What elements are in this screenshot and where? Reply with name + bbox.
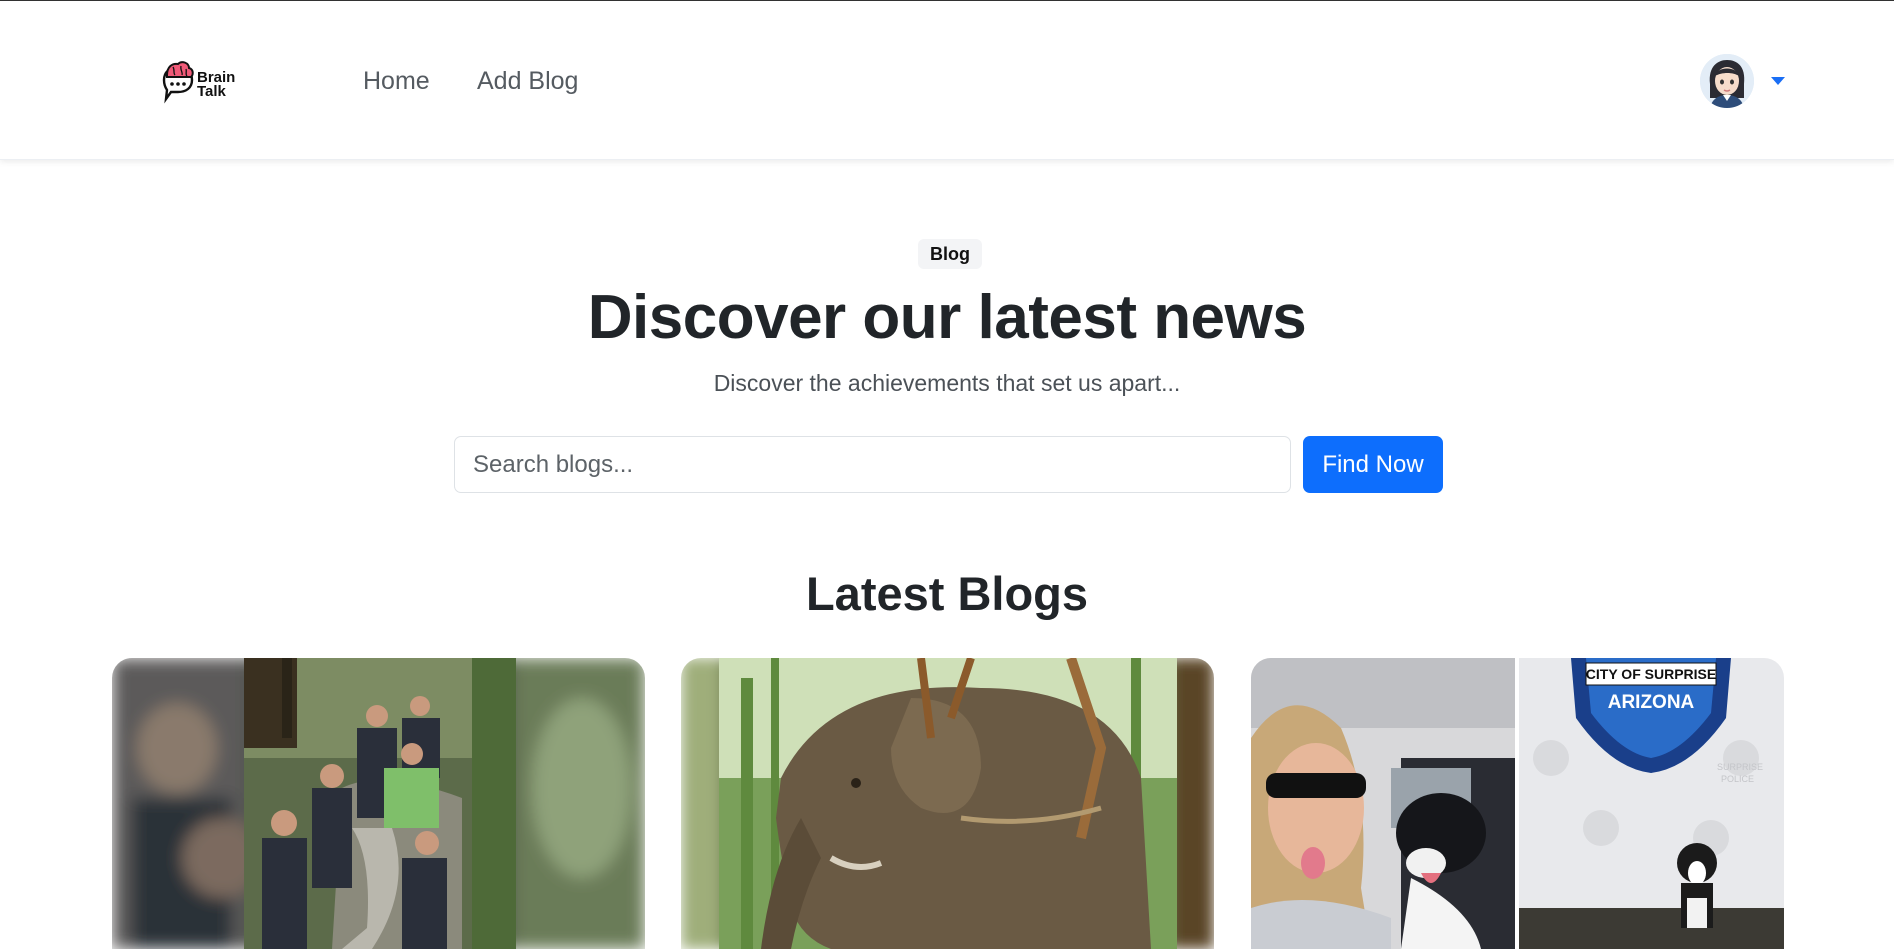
badge-text-city: CITY OF SURPRISE xyxy=(1586,666,1716,682)
caret-down-icon[interactable] xyxy=(1771,77,1785,85)
latest-blogs-heading: Latest Blogs xyxy=(805,567,1089,620)
blog-card[interactable] xyxy=(681,658,1214,949)
user-avatar[interactable] xyxy=(1700,54,1754,108)
avatar-illustration xyxy=(1700,54,1754,108)
blog-card-image-dogs: CITY OF SURPRISE ARIZONA SURPRISE POLICE xyxy=(1251,658,1784,949)
watermark-surprise: SURPRISE xyxy=(1717,762,1763,772)
nav-home-link[interactable]: Home xyxy=(363,67,430,96)
navbar: Brain Talk Home Add Blog xyxy=(0,1,1894,160)
watermark-police: POLICE xyxy=(1721,774,1754,784)
svg-text:Talk: Talk xyxy=(197,83,227,100)
find-now-button[interactable]: Find Now xyxy=(1303,436,1443,493)
blog-card[interactable]: CITY OF SURPRISE ARIZONA SURPRISE POLICE xyxy=(1251,658,1784,949)
blog-card-image-rescue xyxy=(112,658,645,949)
search-input[interactable] xyxy=(454,436,1291,493)
brain-chat-icon xyxy=(162,61,194,104)
badge-text-state: ARIZONA xyxy=(1608,692,1695,713)
blog-card-image-elephant xyxy=(681,658,1214,949)
nav-add-blog-link[interactable]: Add Blog xyxy=(477,67,578,96)
brain-talk-logo[interactable]: Brain Talk xyxy=(160,58,250,104)
page-subtitle: Discover the achievements that set us ap… xyxy=(713,370,1181,396)
section-badge: Blog xyxy=(918,239,982,269)
blog-card[interactable] xyxy=(112,658,645,949)
page-title: Discover our latest news xyxy=(587,283,1307,352)
